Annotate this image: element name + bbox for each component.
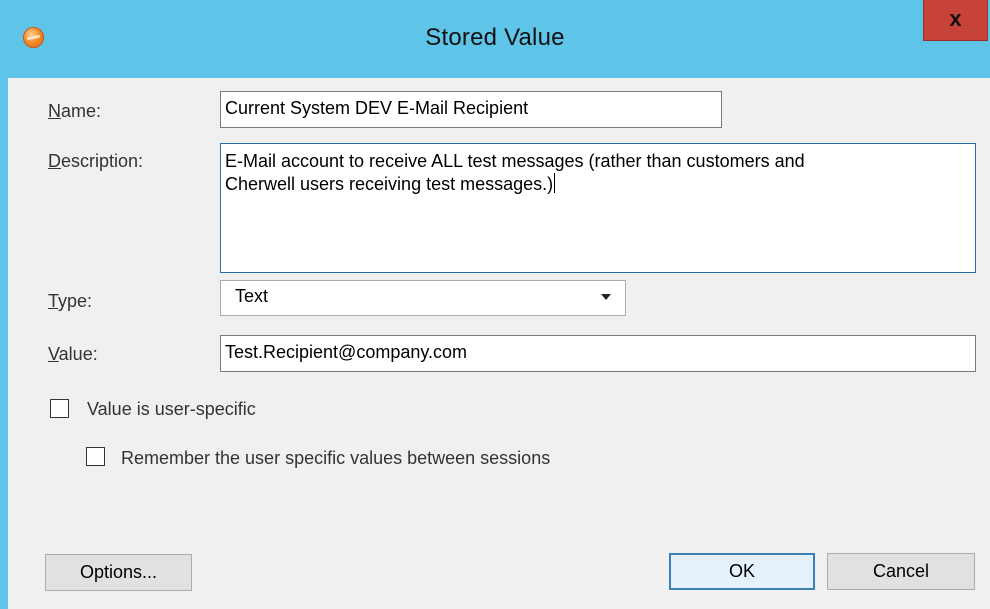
type-dropdown[interactable]: Text xyxy=(220,280,626,316)
ok-button[interactable]: OK xyxy=(669,553,815,590)
value-field[interactable]: Test.Recipient@company.com xyxy=(220,335,976,372)
description-line-1: E-Mail account to receive ALL test messa… xyxy=(225,151,805,171)
stored-value-dialog: Stored Value x Name: Current System DEV … xyxy=(0,0,990,609)
description-line-2: Cherwell users receiving test messages.) xyxy=(225,174,554,194)
name-label: Name: xyxy=(48,101,102,121)
title-bar[interactable]: Stored Value x xyxy=(0,0,990,78)
cancel-button[interactable]: Cancel xyxy=(827,553,975,590)
type-selected-value: Text xyxy=(235,286,269,306)
remember-values-label[interactable]: Remember the user specific values betwee… xyxy=(121,448,550,469)
dialog-body: Name: Current System DEV E-Mail Recipien… xyxy=(8,78,990,609)
value-label: Value: xyxy=(48,344,98,364)
user-specific-checkbox[interactable] xyxy=(50,399,69,418)
description-label: Description: xyxy=(48,151,144,171)
description-field[interactable]: E-Mail account to receive ALL test messa… xyxy=(220,143,976,273)
remember-values-checkbox[interactable] xyxy=(86,447,105,466)
options-button[interactable]: Options... xyxy=(45,554,192,591)
chevron-down-icon[interactable] xyxy=(601,294,611,300)
text-caret xyxy=(554,173,556,193)
close-button[interactable]: x xyxy=(923,0,988,41)
name-field[interactable]: Current System DEV E-Mail Recipient xyxy=(220,91,722,128)
dialog-title: Stored Value xyxy=(425,24,565,51)
user-specific-label[interactable]: Value is user-specific xyxy=(87,399,256,420)
type-label: Type: xyxy=(48,291,93,311)
